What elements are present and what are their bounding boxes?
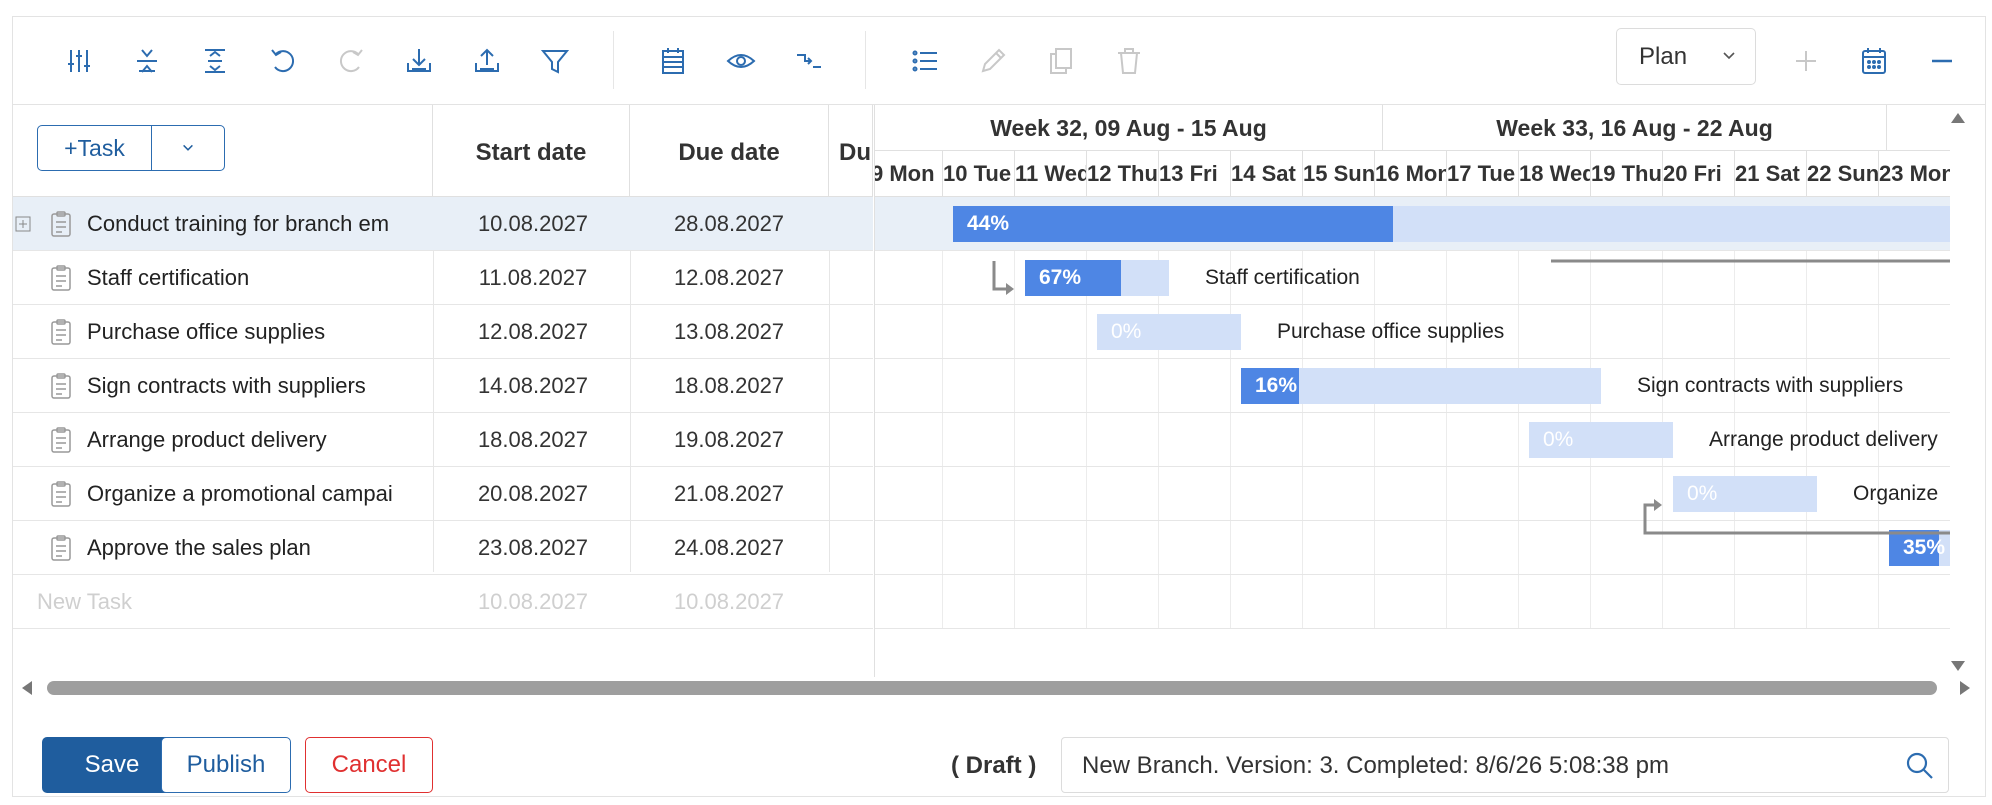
task-start-date[interactable]: 11.08.2027	[433, 265, 633, 291]
plan-select[interactable]: Plan	[1616, 28, 1756, 85]
search-icon[interactable]	[1904, 750, 1936, 782]
table-row[interactable]: Arrange product delivery 18.08.2027 19.0…	[13, 413, 873, 467]
task-name[interactable]: Approve the sales plan	[87, 535, 397, 561]
gantt-editor: Plan +Task Start date Due date Du Conduc…	[12, 16, 1986, 797]
task-icon	[51, 373, 71, 399]
link-icon[interactable]	[787, 39, 831, 83]
add-task-button[interactable]: +Task	[37, 125, 225, 171]
column-header-due-date[interactable]: Due date	[630, 105, 829, 197]
task-start-date[interactable]: 20.08.2027	[433, 481, 633, 507]
task-icon	[51, 265, 71, 291]
new-task-row[interactable]: New Task 10.08.2027 10.08.2027	[13, 575, 873, 629]
task-start-date[interactable]: 18.08.2027	[433, 427, 633, 453]
task-name[interactable]: Conduct training for branch em	[87, 211, 397, 237]
eye-icon[interactable]	[719, 39, 763, 83]
scroll-left-arrow-icon[interactable]	[19, 679, 35, 697]
list-icon[interactable]	[903, 39, 947, 83]
scroll-right-arrow-icon[interactable]	[1957, 679, 1973, 697]
task-start-date[interactable]: 10.08.2027	[433, 211, 633, 237]
task-name[interactable]: Staff certification	[87, 265, 397, 291]
table-row[interactable]: Purchase office supplies 12.08.2027 13.0…	[13, 305, 873, 359]
task-start-date[interactable]: 12.08.2027	[433, 319, 633, 345]
grid-header-name: +Task	[13, 105, 433, 197]
new-task-start-date[interactable]: 10.08.2027	[433, 589, 633, 615]
task-due-date[interactable]: 18.08.2027	[629, 373, 829, 399]
task-due-date[interactable]: 12.08.2027	[629, 265, 829, 291]
minus-icon[interactable]	[1920, 39, 1964, 83]
column-title: Start date	[475, 139, 587, 166]
filter-icon[interactable]	[533, 39, 577, 83]
expand-row-icon[interactable]	[15, 216, 31, 232]
task-due-date[interactable]: 13.08.2027	[629, 319, 829, 345]
copy-icon[interactable]	[1039, 39, 1083, 83]
task-name[interactable]: Sign contracts with suppliers	[87, 373, 397, 399]
version-status-text: New Branch. Version: 3. Completed: 8/6/2…	[1082, 752, 1670, 779]
collapse-icon[interactable]	[125, 39, 169, 83]
expand-icon[interactable]	[193, 39, 237, 83]
import-icon[interactable]	[397, 39, 441, 83]
table-row[interactable]: Staff certification 11.08.2027 12.08.202…	[13, 251, 873, 305]
task-start-date[interactable]: 14.08.2027	[433, 373, 633, 399]
delete-icon[interactable]	[1107, 39, 1151, 83]
settings-sliders-icon[interactable]	[57, 39, 101, 83]
arrow-icon	[1006, 283, 1014, 295]
table-row[interactable]: Sign contracts with suppliers 14.08.2027…	[13, 359, 873, 413]
undo-icon[interactable]	[261, 39, 305, 83]
arrow-icon	[1654, 499, 1662, 511]
toolbar: Plan	[13, 17, 1985, 105]
calendar-icon[interactable]	[1852, 39, 1896, 83]
task-grid: +Task Start date Due date Du Conduct tra…	[13, 105, 873, 677]
task-start-date[interactable]: 23.08.2027	[433, 535, 633, 561]
new-task-name[interactable]: New Task	[37, 589, 347, 615]
draft-badge: ( Draft )	[951, 752, 1037, 779]
task-due-date[interactable]: 21.08.2027	[629, 481, 829, 507]
footer-bar: Save Publish Cancel ( Draft ) New Branch…	[13, 705, 1985, 797]
scroll-up-arrow-icon[interactable]	[1949, 109, 1967, 127]
column-header-start-date[interactable]: Start date	[433, 105, 630, 197]
dependency-link	[1643, 503, 1950, 535]
task-name[interactable]: Arrange product delivery	[87, 427, 397, 453]
add-task-label[interactable]: +Task	[38, 126, 152, 170]
add-task-dropdown[interactable]	[152, 126, 224, 170]
task-name[interactable]: Purchase office supplies	[87, 319, 397, 345]
table-row[interactable]: Conduct training for branch em 10.08.202…	[13, 197, 873, 251]
task-icon	[51, 535, 71, 561]
dependency-links	[992, 259, 1950, 535]
toolbar-separator	[865, 31, 866, 89]
task-icon	[51, 211, 71, 237]
edit-icon[interactable]	[971, 39, 1015, 83]
plan-select-value: Plan	[1639, 42, 1688, 70]
export-icon[interactable]	[465, 39, 509, 83]
add-icon[interactable]	[1784, 39, 1828, 83]
version-status-field[interactable]: New Branch. Version: 3. Completed: 8/6/2…	[1061, 737, 1949, 793]
task-due-date[interactable]: 28.08.2027	[629, 211, 829, 237]
chevron-down-icon	[183, 144, 193, 151]
table-row[interactable]: Approve the sales plan 23.08.2027 24.08.…	[13, 521, 873, 575]
publish-button[interactable]: Publish	[161, 737, 291, 793]
task-due-date[interactable]: 24.08.2027	[629, 535, 829, 561]
scrollbar-thumb[interactable]	[47, 681, 1937, 695]
column-header-duration[interactable]: Du	[829, 105, 873, 197]
horizontal-scrollbar[interactable]	[13, 673, 1985, 701]
dependency-link	[992, 261, 1007, 291]
chevron-down-icon	[1723, 52, 1735, 60]
task-icon	[51, 427, 71, 453]
task-due-date[interactable]: 19.08.2027	[629, 427, 829, 453]
cancel-button[interactable]: Cancel	[305, 737, 433, 793]
calendar-grid-icon[interactable]	[651, 39, 695, 83]
new-task-due-date[interactable]: 10.08.2027	[629, 589, 829, 615]
gantt-timeline: Week 32, 09 Aug - 15 Aug Week 33, 16 Aug…	[874, 105, 1950, 677]
task-name[interactable]: Organize a promotional campai	[87, 481, 397, 507]
table-row[interactable]: Organize a promotional campai 20.08.2027…	[13, 467, 873, 521]
task-icon	[51, 481, 71, 507]
column-title: Due date	[678, 139, 780, 166]
column-title: Du	[839, 139, 871, 166]
redo-icon[interactable]	[329, 39, 373, 83]
toolbar-separator	[613, 31, 614, 89]
task-icon	[51, 319, 71, 345]
